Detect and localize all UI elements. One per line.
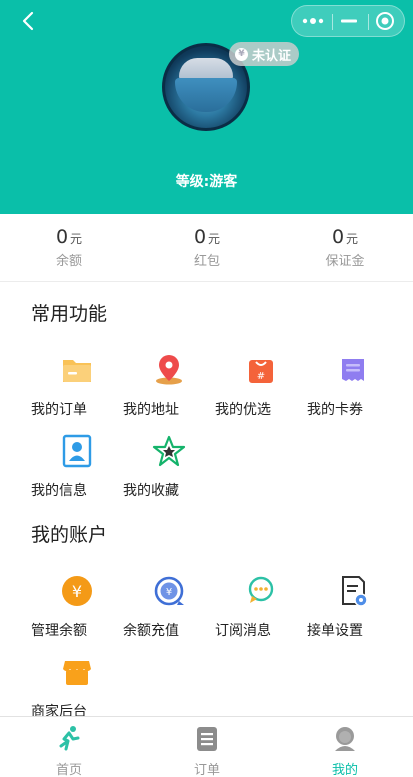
section-title-common: 常用功能 [31, 303, 108, 325]
mini-program-capsule [291, 5, 405, 37]
menu-item-my-info[interactable]: 我的信息 [31, 434, 123, 514]
minimize-button[interactable] [330, 6, 368, 36]
store-icon [63, 661, 91, 685]
menu-item-label: 管理余额 [31, 623, 87, 639]
minimize-icon [341, 19, 357, 23]
tab-orders[interactable]: 订单 [138, 717, 276, 777]
section-title-account: 我的账户 [31, 524, 108, 546]
stat-unit: 元 [208, 232, 221, 246]
stat-value: 0 [193, 226, 207, 248]
more-menu-button[interactable] [294, 6, 332, 36]
stat-label: 余额 [55, 254, 82, 269]
info-icon: ¥ [235, 47, 248, 61]
menu-item-order-settings[interactable]: 接单设置 [307, 574, 399, 654]
back-arrow-icon[interactable] [18, 10, 40, 32]
yuan-coin-icon: ¥ [62, 576, 92, 606]
stat-label: 保证金 [325, 254, 365, 269]
menu-item-recharge[interactable]: ¥ 余额充值 [123, 574, 215, 654]
star-icon [152, 435, 186, 467]
order-list-icon [197, 727, 217, 751]
tab-label: 首页 [55, 763, 82, 777]
badge-text: 未认证 [252, 48, 292, 64]
folder-icon [63, 360, 91, 382]
recharge-icon: ¥ [154, 576, 184, 606]
stat-value: 0 [55, 226, 69, 248]
stat-red-packet[interactable]: 0元 红包 [138, 226, 276, 269]
ticket-icon [342, 359, 364, 381]
menu-item-label: 我的订单 [31, 402, 87, 418]
runner-icon [59, 726, 80, 751]
document-settings-icon [342, 576, 368, 607]
more-dots-icon [302, 18, 324, 24]
verification-badge[interactable]: ¥ 未认证 [229, 42, 300, 66]
chat-bubble-icon [248, 576, 274, 603]
stat-balance[interactable]: 0元 余额 [0, 226, 138, 269]
tab-label: 订单 [193, 763, 220, 777]
menu-item-subscribe-messages[interactable]: 订阅消息 [215, 574, 307, 654]
menu-item-my-picks[interactable]: # 我的优选 [215, 353, 307, 433]
bottom-tab-bar: 首页 订单 我的 [0, 716, 413, 777]
menu-item-label: 订阅消息 [215, 623, 271, 639]
stat-deposit[interactable]: 0元 保证金 [276, 226, 413, 269]
tab-home[interactable]: 首页 [0, 717, 138, 777]
stat-unit: 元 [346, 232, 359, 246]
menu-item-label: 余额充值 [123, 623, 179, 639]
menu-item-label: 我的卡券 [307, 402, 363, 418]
tab-mine[interactable]: 我的 [276, 717, 413, 777]
menu-item-my-address[interactable]: 我的地址 [123, 353, 215, 433]
menu-item-label: 我的地址 [123, 402, 179, 418]
avatar-sea [175, 78, 237, 112]
menu-item-my-orders[interactable]: 我的订单 [31, 353, 123, 433]
wallet-stats: 0元 余额 0元 红包 0元 保证金 [0, 214, 413, 282]
menu-item-label: 我的收藏 [123, 483, 179, 499]
user-avatar-icon [335, 727, 355, 751]
menu-item-label: 我的优选 [215, 402, 271, 418]
stat-label: 红包 [193, 254, 220, 269]
profile-card-icon [62, 434, 92, 468]
menu-item-label: 接单设置 [307, 623, 363, 639]
svg-text:¥: ¥ [72, 582, 82, 601]
menu-item-manage-balance[interactable]: ¥ 管理余额 [31, 574, 123, 654]
target-circle-icon [376, 12, 394, 30]
location-pin-icon [156, 355, 182, 385]
avatar-sky [179, 58, 233, 80]
stat-value: 0 [331, 226, 345, 248]
svg-text:¥: ¥ [166, 587, 172, 598]
menu-item-my-coupons[interactable]: 我的卡券 [307, 353, 399, 433]
svg-text:#: # [257, 371, 265, 382]
menu-item-my-favorites[interactable]: 我的收藏 [123, 434, 215, 514]
profile-header: ¥ 未认证 等级:游客 [0, 0, 413, 214]
stat-unit: 元 [70, 232, 83, 246]
close-mini-program-button[interactable] [366, 6, 404, 36]
tab-label: 我的 [331, 763, 358, 777]
menu-item-label: 我的信息 [31, 483, 87, 499]
shopping-bag-icon: # [249, 360, 273, 383]
user-level: 等级:游客 [175, 174, 238, 190]
